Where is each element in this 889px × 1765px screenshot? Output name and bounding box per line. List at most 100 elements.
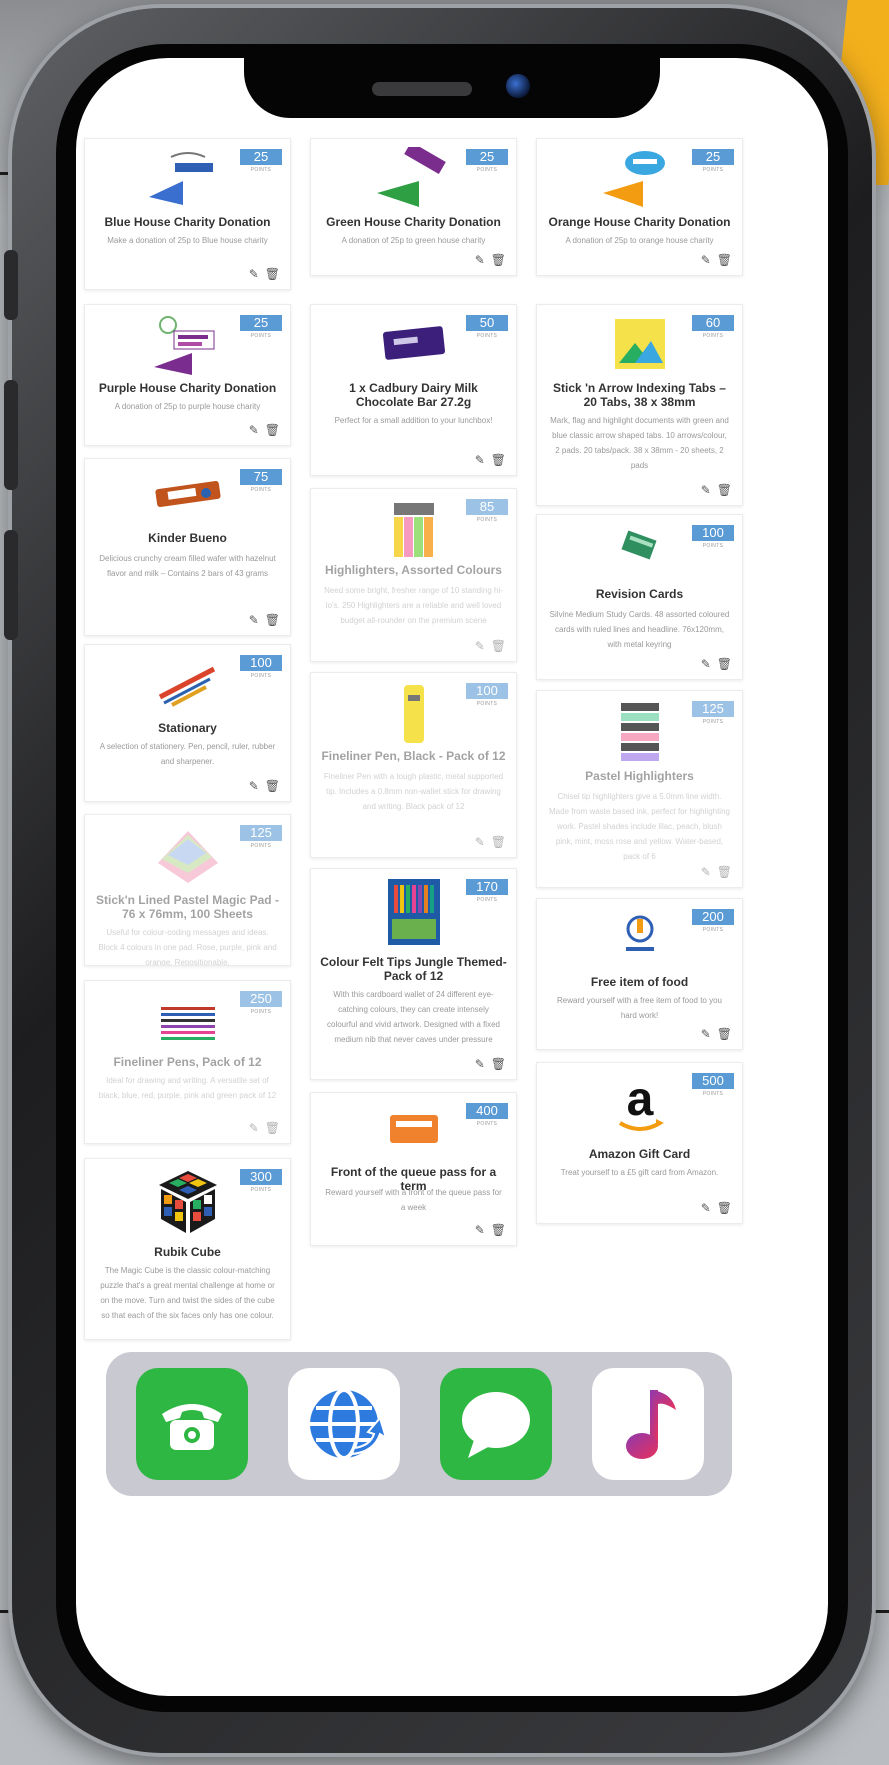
fineliner-pens-image — [160, 1007, 215, 1040]
reward-title: Stick 'n Arrow Indexing Tabs – 20 Tabs, … — [553, 381, 726, 409]
card-actions: ✎ 🗑 — [469, 453, 506, 467]
reward-card[interactable]: 200 POINTS Free item of food Reward yours… — [536, 898, 743, 1050]
pencil-icon[interactable]: ✎ — [701, 1027, 711, 1041]
pencil-icon[interactable]: ✎ — [701, 1201, 711, 1215]
reward-title: Free item of food — [590, 975, 689, 989]
points-badge: 500 POINTS — [692, 1073, 734, 1097]
trash-icon[interactable]: 🗑 — [717, 657, 732, 671]
reward-card[interactable]: 100 POINTS Revision Cards Silvine Medium … — [536, 514, 743, 680]
trash-icon[interactable]: 🗑 — [265, 1121, 280, 1135]
reward-card[interactable]: 25 POINTS Purple House Charity Donation A… — [84, 304, 291, 446]
reward-card[interactable]: 85 POINTS Highlighters, Assorted Colours … — [310, 488, 517, 662]
reward-card[interactable]: 100 POINTS Fineliner Pen, Black - Pack of… — [310, 672, 517, 858]
trash-icon[interactable]: 🗑 — [265, 267, 280, 281]
pencil-icon[interactable]: ✎ — [701, 483, 711, 497]
pencil-icon[interactable]: ✎ — [475, 1057, 485, 1071]
card-actions: ✎ 🗑 — [243, 1121, 280, 1135]
card-actions: ✎ 🗑 — [695, 865, 732, 879]
points-badge: 25 POINTS — [240, 149, 282, 173]
reward-title: Amazon Gift Card — [588, 1147, 691, 1161]
reward-card[interactable]: 500 POINTS a Amazon Gift Card Treat yours… — [536, 1062, 743, 1224]
pencil-icon[interactable]: ✎ — [475, 835, 485, 849]
browser-app[interactable] — [288, 1368, 400, 1480]
reward-title: Pastel Highlighters — [585, 769, 694, 783]
trash-icon[interactable]: 🗑 — [717, 253, 732, 267]
pencil-icon[interactable]: ✎ — [475, 639, 485, 653]
pencil-icon[interactable]: ✎ — [701, 657, 711, 671]
phone-app[interactable] — [136, 1368, 248, 1480]
trash-icon[interactable]: 🗑 — [265, 613, 280, 627]
trash-icon[interactable]: 🗑 — [491, 1223, 506, 1237]
reward-card[interactable]: 60 POINTS Stick 'n Arrow Indexing Tabs – … — [536, 304, 743, 506]
pencil-icon[interactable]: ✎ — [249, 1121, 259, 1135]
trash-icon[interactable]: 🗑 — [265, 779, 280, 793]
phone-screen: 25POINTS Br Blue House Charity Donation … — [76, 58, 828, 1696]
reward-card[interactable]: 125 POINTS Stick'n Lined Pastel Magic Pad… — [84, 814, 291, 966]
pencil-icon[interactable]: ✎ — [701, 253, 711, 267]
reward-card[interactable]: 75 POINTS Kinder Bueno Delicious crunchy … — [84, 458, 291, 636]
trash-icon[interactable]: 🗑 — [491, 253, 506, 267]
card-actions: ✎ 🗑 — [695, 657, 732, 671]
speaker-grille — [372, 82, 472, 96]
card-actions: ✎ 🗑 — [469, 1223, 506, 1237]
reward-card[interactable]: 25 POINTS Orange House Charity Donation A… — [536, 138, 743, 276]
trash-icon[interactable]: 🗑 — [491, 453, 506, 467]
pencil-icon[interactable]: ✎ — [249, 267, 259, 281]
music-app[interactable] — [592, 1368, 704, 1480]
trash-icon[interactable]: 🗑 — [717, 483, 732, 497]
reward-card[interactable]: 25POINTS Br Blue House Charity Donation … — [84, 138, 291, 290]
reward-title: Green House Charity Donation — [326, 215, 501, 229]
messages-app[interactable] — [440, 1368, 552, 1480]
points-badge: 85 POINTS — [466, 499, 508, 523]
highlighters-image — [393, 503, 434, 557]
pencil-icon[interactable]: ✎ — [249, 779, 259, 793]
cadbury-chocolate-image — [382, 326, 445, 360]
trash-icon[interactable]: 🗑 — [491, 639, 506, 653]
reward-description: Make a donation of 25p to Blue house cha… — [107, 236, 268, 245]
card-actions: ✎ 🗑 — [243, 613, 280, 627]
reward-description: Need some bright, fresher range of 10 st… — [324, 586, 503, 625]
reward-card[interactable]: 125 POINTS Pastel Highlighters Chisel tip… — [536, 690, 743, 888]
reward-card[interactable]: 300 POINTS Rubik Cube The Magic Cube is t… — [84, 1158, 291, 1340]
trash-icon[interactable]: 🗑 — [265, 423, 280, 437]
reward-title: Fineliner Pen, Black - Pack of 12 — [321, 749, 506, 763]
reward-description: A donation of 25p to orange house charit… — [565, 236, 714, 245]
kinder-bueno-image — [154, 481, 221, 507]
card-actions: ✎ 🗑 — [469, 835, 506, 849]
trash-icon[interactable]: 🗑 — [717, 865, 732, 879]
trash-icon[interactable]: 🗑 — [717, 1201, 732, 1215]
pencil-icon[interactable]: ✎ — [475, 253, 485, 267]
reward-card[interactable]: 50 POINTS 1 x Cadbury Dairy Milk Chocolat… — [310, 304, 517, 476]
pencil-icon[interactable]: ✎ — [249, 613, 259, 627]
rubik-cube-image — [158, 1171, 217, 1233]
points-badge: 170 POINTS — [466, 879, 508, 903]
trash-icon[interactable]: 🗑 — [491, 835, 506, 849]
reward-card[interactable]: 100 POINTS Stationary A selection of stat… — [84, 644, 291, 802]
pencil-icon[interactable]: ✎ — [249, 423, 259, 437]
magic-pad-image — [157, 831, 218, 883]
pencil-icon[interactable]: ✎ — [475, 453, 485, 467]
points-badge: 200 POINTS — [692, 909, 734, 933]
reward-card[interactable]: 25 POINTS Green House Charity Donation A … — [310, 138, 517, 276]
reward-description: Treat yourself to a £5 gift card from Am… — [560, 1168, 719, 1177]
reward-card[interactable]: 250 POINTS Fineliner Pens, Pack of 12 Ide… — [84, 980, 291, 1144]
reward-description: Reward yourself with a front of the queu… — [325, 1188, 502, 1212]
trash-icon[interactable]: 🗑 — [491, 1057, 506, 1071]
reward-card[interactable]: 170 POINTS Colour Felt Tips Jungle Themed… — [310, 868, 517, 1080]
pencil-icon[interactable]: ✎ — [475, 1223, 485, 1237]
reward-title: Rubik Cube — [154, 1245, 221, 1259]
phone-icon — [162, 1404, 222, 1450]
card-actions: ✎ 🗑 — [243, 779, 280, 793]
card-actions: ✎ 🗑 — [469, 253, 506, 267]
points-badge: 25 POINTS — [692, 149, 734, 173]
points-badge: 125 POINTS — [692, 701, 734, 725]
trash-icon[interactable]: 🗑 — [717, 1027, 732, 1041]
points-badge: 100 POINTS — [466, 683, 508, 707]
reward-card[interactable]: 400 POINTS Front of the queue pass for a … — [310, 1092, 517, 1246]
reward-title: Revision Cards — [595, 587, 684, 601]
card-actions: ✎ 🗑 — [469, 1057, 506, 1071]
pastel-highlighters-image — [620, 703, 659, 761]
pencil-icon[interactable]: ✎ — [701, 865, 711, 879]
points-badge: 125 POINTS — [240, 825, 282, 849]
volume-down-button — [4, 530, 18, 640]
